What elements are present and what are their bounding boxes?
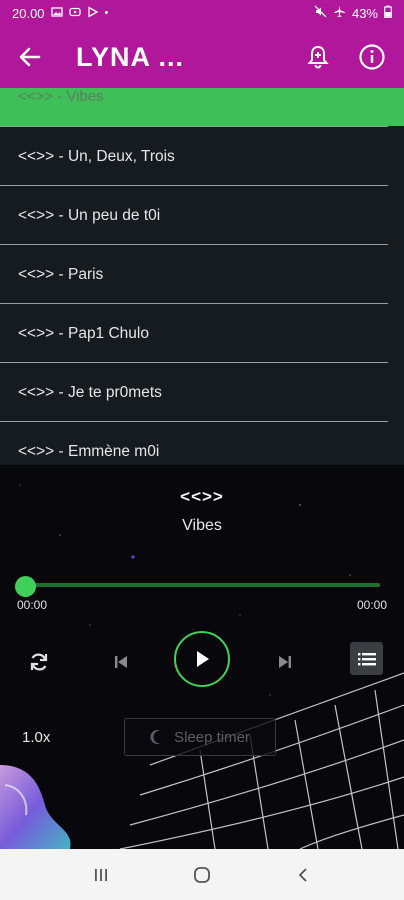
seek-bar[interactable] (26, 583, 380, 587)
track-label: <<>> - Pap1 Chulo (18, 324, 149, 342)
battery-percent: 43% (351, 5, 378, 21)
skip-next-icon (279, 656, 291, 668)
track-label: <<>> - Paris (18, 265, 104, 283)
play-store-icon (87, 5, 99, 21)
now-playing-artist: <<>> (180, 487, 224, 506)
sleep-timer-button[interactable]: Sleep timer (124, 718, 276, 756)
repeat-icon (30, 653, 48, 671)
playback-speed[interactable]: 1.0x (22, 729, 50, 746)
sleep-timer-label: Sleep timer (174, 728, 250, 746)
recents-icon (94, 868, 107, 881)
track-label: <<>> - Vibes (18, 88, 104, 105)
track-item-active[interactable]: <<>> - Vibes (0, 88, 404, 126)
track-item[interactable]: <<>> - Un, Deux, Trois (0, 127, 404, 186)
airplane-icon (333, 5, 346, 21)
chevron-left-icon (299, 867, 307, 882)
playlist-button[interactable] (350, 642, 383, 675)
track-list: <<>> - Vibes <<>> - Un, Deux, Trois <<>>… (0, 88, 404, 465)
track-label: <<>> - Un, Deux, Trois (18, 147, 175, 165)
repeat-button[interactable] (22, 645, 56, 679)
home-button[interactable] (182, 855, 222, 895)
bell-plus-icon (307, 45, 329, 69)
recents-button[interactable] (81, 855, 121, 895)
now-playing-title: Vibes (182, 517, 222, 534)
home-icon (194, 866, 210, 883)
gallery-icon (50, 6, 63, 21)
current-time: 00:00 (17, 598, 48, 612)
next-button[interactable] (268, 645, 302, 679)
track-label: <<>> - Emmène m0i (18, 442, 160, 460)
arrow-left-icon (19, 47, 41, 67)
play-icon (197, 651, 209, 667)
info-button[interactable] (350, 35, 394, 79)
skip-previous-icon (115, 656, 127, 668)
youtube-icon (68, 6, 81, 21)
back-nav-button[interactable] (283, 855, 323, 895)
info-icon (359, 44, 385, 70)
mute-icon (314, 5, 327, 21)
track-item[interactable]: <<>> - Pap1 Chulo (0, 304, 404, 363)
page-title: LYNA ... (76, 41, 185, 72)
battery-icon (384, 5, 392, 21)
back-button[interactable] (0, 26, 60, 88)
list-icon (357, 652, 376, 665)
play-button[interactable] (174, 631, 230, 687)
track-item[interactable]: <<>> - Emmène m0i (0, 422, 404, 465)
track-label: <<>> - Un peu de t0i (18, 206, 161, 224)
player-panel: <<>> Vibes 00:00 00:00 1.0x Sleep timer (0, 465, 404, 849)
moon-icon (150, 730, 161, 744)
system-nav-bar (0, 849, 404, 900)
seek-thumb[interactable] (15, 576, 36, 597)
status-time: 20.00 (12, 5, 45, 21)
total-time: 00:00 (356, 598, 387, 612)
track-item[interactable]: <<>> - Un peu de t0i (0, 186, 404, 245)
previous-button[interactable] (104, 645, 138, 679)
track-item[interactable]: <<>> - Paris (0, 245, 404, 304)
track-item[interactable]: <<>> - Je te pr0mets (0, 363, 404, 422)
notification-add-button[interactable] (296, 35, 340, 79)
app-bar: LYNA ... (0, 26, 404, 88)
track-label: <<>> - Je te pr0mets (18, 383, 162, 401)
dot-icon: • (104, 7, 109, 19)
status-bar: 20.00 • 43% (0, 0, 404, 26)
